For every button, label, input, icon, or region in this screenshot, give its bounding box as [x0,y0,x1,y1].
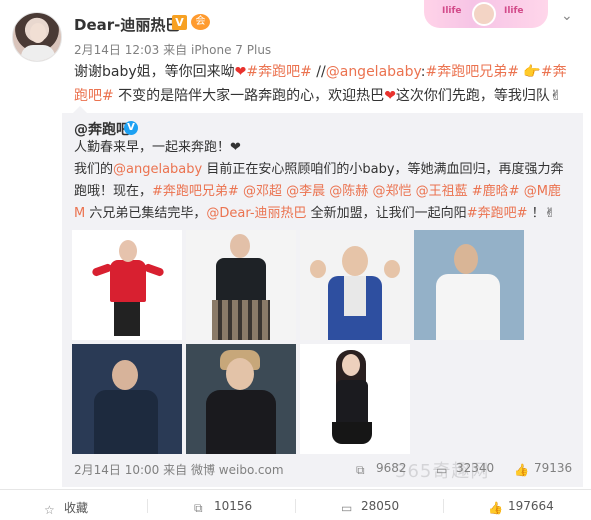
repost-link[interactable]: @王祖藍 [416,184,468,199]
post-meta: 2月14日 12:03 来自 iPhone 7 Plus [74,41,271,58]
photo-3[interactable] [300,230,410,340]
repost-link[interactable]: @邓超 [243,184,282,199]
post-link[interactable]: #奔跑吧兄弟# [426,64,519,80]
like-icon: 👍 [514,463,529,477]
like-icon: 👍 [488,501,503,515]
photo-7[interactable] [300,344,410,454]
post-text: 谢谢baby姐，等你回来呦❤#奔跑吧# //@angelababy:#奔跑吧兄弟… [74,60,574,108]
heart-icon: ❤ [384,88,396,104]
like-button[interactable]: 👍 197664 [488,499,554,514]
post-text: 这次你们先跑，等我归队✌ [395,88,562,104]
post-text: // [311,64,326,80]
banner-avatar [472,2,496,26]
post-source[interactable]: iPhone 7 Plus [191,43,271,57]
comment-icon: ▭ [341,501,353,515]
original-source-prefix: 来自 [163,463,188,477]
source-prefix: 来自 [163,43,188,57]
post-text: 👉 [518,64,541,80]
like-count: 197664 [508,499,554,513]
repost-link[interactable]: @Dear-迪丽热巴 [206,206,306,221]
banner-left-text: Ilife [442,6,462,16]
original-like-count: 79136 [534,461,573,475]
original-body: 我们的@angelababy 目前正在安心照顾咱们的小baby，等她满血回归，再… [74,159,569,225]
avatar-face [30,23,46,43]
repost-text: ！✌ [527,206,556,221]
repost-text: 我们的 [74,162,114,177]
divider [443,499,444,513]
photo-6[interactable] [186,344,296,454]
banner-right-text: Ilife [504,6,524,16]
post-link[interactable]: #奔跑吧# [246,64,311,80]
verified-blue-icon[interactable]: V [124,121,138,135]
share-icon: ⧉ [194,501,203,515]
user-name[interactable]: Dear-迪丽热巴 [74,14,180,35]
original-text: 人勤春来早，一起来奔跑！❤ 我们的@angelababy 目前正在安心照顾咱们的… [74,137,569,225]
favorite-button[interactable]: ☆ 收藏 [44,499,88,516]
repost-text: 全新加盟，让我们一起向阳 [306,206,467,221]
photo-4[interactable] [414,230,524,340]
heart-icon: ❤ [234,64,247,80]
repost-link[interactable]: #奔跑吧兄弟# [152,184,239,199]
repost-link[interactable]: @陈赫 [329,184,368,199]
repost-link[interactable]: @李晨 [286,184,325,199]
photo-2[interactable] [186,230,296,340]
favorite-icon: ☆ [44,503,55,517]
repost-link[interactable]: @angelababy [113,162,202,177]
verified-icon[interactable]: V [172,15,187,30]
comment-button[interactable]: ▭ 28050 [341,499,399,514]
repost-link[interactable]: #奔跑吧# [467,206,528,221]
action-bar: ☆ 收藏 ⧉ 10156 ▭ 28050 👍 197664 [0,489,591,520]
share-button[interactable]: ⧉ 10156 [194,499,252,514]
avatar-body [21,45,55,61]
repost-text: 现在， [113,184,153,199]
member-icon[interactable]: 会 [191,14,210,30]
post-text: 不变的是陪伴大家一路奔跑的心，欢迎热巴 [113,88,385,104]
repost-link[interactable]: @郑恺 [372,184,411,199]
comment-count: 28050 [361,499,400,513]
original-source[interactable]: 微博 weibo.com [191,463,284,477]
post-time[interactable]: 2月14日 12:03 [74,43,159,57]
avatar[interactable] [12,12,62,62]
original-author[interactable]: @奔跑吧 [74,119,130,139]
photo-5[interactable] [72,344,182,454]
original-share-count: 9682 [376,461,407,475]
original-comment-count: 32340 [456,461,495,475]
repost-text: 六兄弟已集结完毕， [85,206,207,221]
repost-link[interactable]: #鹿晗# [472,184,520,199]
share-count: 10156 [214,499,253,513]
favorite-label: 收藏 [64,501,89,515]
original-time[interactable]: 2月14日 10:00 [74,463,159,477]
original-comment-action[interactable]: ▭ 32340 [436,461,494,476]
original-line-1: 人勤春来早，一起来奔跑！❤ [74,140,241,155]
original-meta: 2月14日 10:00 来自 微博 weibo.com [74,461,284,478]
decorative-banner: Ilife Ilife [424,0,548,28]
post-header: Dear-迪丽热巴 V 会 Ilife Ilife ⌄ 2月14日 12:03 … [0,0,591,120]
post-text: 谢谢baby姐，等你回来呦 [74,64,235,80]
chevron-down-icon[interactable]: ⌄ [561,8,573,24]
post-link[interactable]: @angelababy [326,64,421,80]
divider [295,499,296,513]
comment-icon: ▭ [436,463,448,477]
original-share-action[interactable]: ⧉ 9682 [356,461,407,476]
divider [147,499,148,513]
photo-1[interactable] [72,230,182,340]
share-icon: ⧉ [356,463,365,477]
original-like-action[interactable]: 👍 79136 [514,461,572,476]
